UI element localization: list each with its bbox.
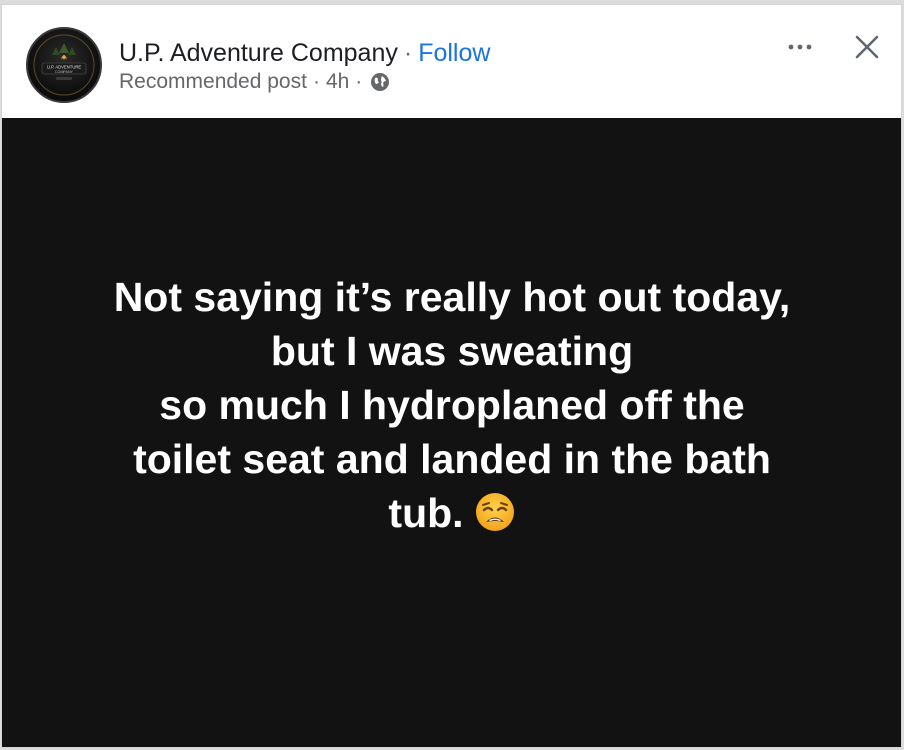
author-separator: · [403,39,413,67]
more-options-button[interactable] [780,33,820,61]
post-meta: Recommended post · 4h · [119,68,390,96]
post-text-line-3: so much I hydroplaned off the [159,382,745,428]
post-header: U.P. ADVENTURE COMPANY U.P. Adventure Co… [2,5,901,117]
post-body[interactable]: Not saying it’s really hot out today, bu… [2,118,901,747]
recommended-label: Recommended post [119,70,307,93]
author-line: U.P. Adventure Company · Follow [119,38,490,68]
post-text: Not saying it’s really hot out today, bu… [42,270,862,540]
post-time[interactable]: 4h [326,68,349,96]
weary-face-emoji-icon [474,491,516,533]
globe-icon [370,72,390,92]
avatar-text-1: U.P. ADVENTURE [47,65,82,70]
follow-button[interactable]: Follow [418,39,490,67]
post-text-line-5: tub. [388,490,464,536]
close-icon [855,35,879,59]
meta-separator-1: · [312,70,320,93]
meta-separator-2: · [355,70,363,93]
avatar-text-2: COMPANY [55,70,74,74]
post-text-line-1: Not saying it’s really hot out today, [113,274,791,320]
post-text-line-4: toilet seat and landed in the bath [133,436,771,482]
author-name[interactable]: U.P. Adventure Company [119,39,398,67]
post-text-line-2: but I was sweating [270,328,634,374]
more-options-icon [788,44,812,50]
post-text-line-5-wrap: tub. [42,486,862,540]
close-button[interactable] [848,29,886,67]
avatar[interactable]: U.P. ADVENTURE COMPANY [26,27,102,103]
post-card: U.P. ADVENTURE COMPANY U.P. Adventure Co… [1,4,902,748]
avatar-logo: U.P. ADVENTURE COMPANY [33,34,95,96]
